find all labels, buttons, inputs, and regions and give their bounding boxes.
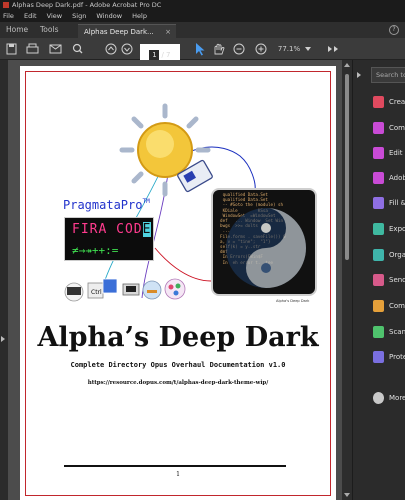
close-tab-icon[interactable]: × [165,25,171,39]
fira-code-text-a: FIRA COD [72,222,143,237]
tool-label: Combine [389,302,405,310]
tool-more-icon [373,392,384,404]
tab-document[interactable]: Alphas Deep Dark... × [78,24,176,38]
zoom-in-icon[interactable] [255,43,267,55]
scrollbar-thumb[interactable] [345,74,349,260]
search-icon[interactable] [72,43,83,54]
tool-item-more[interactable]: More [373,389,405,409]
tool-send-icon [373,274,384,286]
tool-scan-icon [373,326,384,338]
page-number: 1 [176,471,180,478]
tool-comment-icon [373,122,384,134]
fira-code-text: FIRA CODE [72,222,152,237]
tool-fill-icon [373,197,384,209]
window-title: Alphas Deep Dark.pdf - Adobe Acrobat Pro… [12,1,162,9]
menu-bar: File Edit View Sign Window Help [0,11,405,22]
tool-item-create[interactable]: Create [373,93,405,113]
collapse-tools-pane-icon[interactable] [357,72,361,78]
tool-label: More [389,394,405,402]
tool-label: Organize [389,251,405,259]
menu-file[interactable]: File [3,12,14,20]
tool-label: Adobe [389,174,405,182]
menu-window[interactable]: Window [96,12,122,20]
print-icon[interactable] [26,43,39,54]
tool-label: Create [389,98,405,106]
tool-combine-icon [373,300,384,312]
select-tool-icon[interactable] [196,43,205,56]
mail-icon[interactable] [49,44,62,54]
help-icon[interactable]: ? [389,25,399,35]
next-page-icon[interactable] [121,43,133,55]
tool-label: Export [389,225,405,233]
tool-label: Send [389,276,405,284]
tool-item-adobe[interactable]: Adobe [373,169,405,189]
tool-protect-icon [373,351,384,363]
pragmatapro-tm: TM [142,198,150,205]
zoom-value[interactable]: 77.1% [276,38,302,60]
vertical-scrollbar[interactable] [342,60,352,500]
tool-create-icon [373,96,384,108]
scroll-down-icon[interactable] [344,493,350,497]
window-title-bar: Alphas Deep Dark.pdf - Adobe Acrobat Pro… [0,0,405,11]
toolbar-icons [6,43,338,56]
tool-label: Comment [389,124,405,132]
tool-label: Scan [389,328,405,336]
tool-item-comment[interactable]: Comment [373,119,405,139]
zoom-dropdown-icon[interactable] [305,47,311,51]
document-subtitle: Complete Directory Opus Overhaul Documen… [70,361,286,369]
page-total: / 7 [161,51,171,59]
tool-label: Edit [389,149,403,157]
tool-item-fill[interactable]: Fill & [373,194,405,214]
tool-item-organize[interactable]: Organize [373,246,405,266]
document-title: Alpha’s Deep Dark [37,322,319,353]
more-tools-icon[interactable] [328,46,338,52]
toolbar: 1 / 7 77.1% [0,38,405,478]
pdf-page: Ctrl PragmataProTM FIRA CODE ≠→↠++:= qua… [20,66,336,500]
tool-item-edit[interactable]: Edit [373,144,405,164]
footer-rule [64,465,286,467]
save-icon[interactable] [6,43,17,55]
menu-view[interactable]: View [47,12,62,20]
fira-code-logo: FIRA CODE ≠→↠++:= [64,217,154,261]
terminal-code-image: qualified Data.Set qualified Data.Set --… [211,188,317,296]
tool-item-combine[interactable]: Combine [373,297,405,317]
zoom-out-icon[interactable] [233,43,245,55]
hand-tool-icon[interactable] [214,43,225,55]
tab-tools[interactable]: Tools [40,22,58,38]
tool-organize-icon [373,249,384,261]
fira-code-ligatures: ≠→↠++:= [72,244,119,257]
sun-logo-icon [119,103,213,197]
acrobat-app-icon [3,2,9,8]
scroll-up-icon[interactable] [344,63,350,67]
tab-document-label: Alphas Deep Dark... [84,28,154,36]
tool-edit-icon [373,147,384,159]
fira-code-text-cursor: E [142,222,152,237]
document-url[interactable]: https://resource.dopus.com/t/alphas-deep… [20,380,336,386]
expand-left-panel-icon[interactable] [1,336,5,342]
tool-export-icon [373,223,384,235]
search-tools-input[interactable]: Search tools [371,67,405,83]
previous-page-icon[interactable] [105,43,117,55]
yin-yang-icon [226,208,306,288]
tool-label: Fill & [389,199,405,207]
app-icons-row: Ctrl [64,278,186,302]
svg-text:Ctrl: Ctrl [91,289,102,296]
menu-sign[interactable]: Sign [72,12,86,20]
pragmatapro-logo: PragmataProTM [63,198,150,212]
tool-item-protect[interactable]: Protect [373,348,405,368]
menu-help[interactable]: Help [132,12,147,20]
tool-label: Protect [389,353,405,361]
tool-adobe-icon [373,172,384,184]
tab-home[interactable]: Home [6,22,28,38]
left-panel-collapsed [0,60,8,500]
document-canvas[interactable]: Ctrl PragmataProTM FIRA CODE ≠→↠++:= qua… [8,60,342,500]
tools-pane: Search tools Create Comment Edit Adobe Fill … [352,60,405,500]
tab-bar: Home Tools Alphas Deep Dark... × ? [0,22,405,38]
menu-edit[interactable]: Edit [24,12,37,20]
tool-item-send[interactable]: Send [373,271,405,291]
tool-item-scan[interactable]: Scan [373,323,405,343]
pragmatapro-text: PragmataPro [63,198,143,212]
image-caption: Alpha's Deep Dark [276,299,310,303]
tool-item-export[interactable]: Export [373,220,405,240]
